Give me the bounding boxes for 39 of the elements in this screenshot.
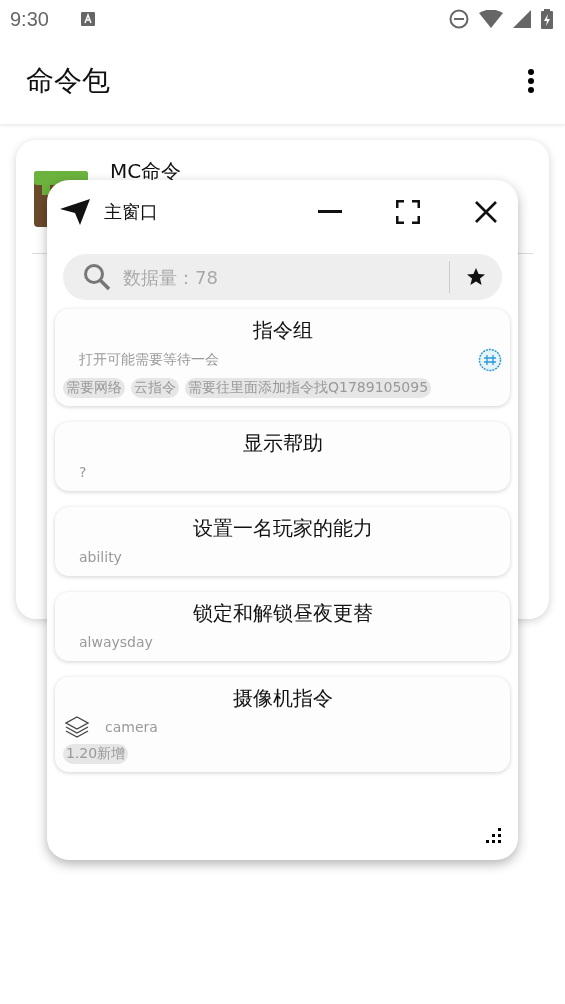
search-icon (83, 263, 111, 291)
layers-icon (65, 716, 89, 738)
search-field[interactable]: 数据量：78 (121, 265, 449, 289)
command-subtitle: 打开可能需要等待一会 (79, 351, 219, 369)
command-title: 设置一名玩家的能力 (192, 515, 373, 542)
wifi-icon (479, 10, 503, 28)
app-name: MC命令 (110, 158, 182, 185)
window-title: 主窗口 (104, 200, 158, 224)
command-title: 显示帮助 (242, 430, 323, 457)
status-time: 9:30 (10, 7, 49, 31)
tag: 云指令 (131, 378, 179, 398)
tag: 需要网络 (63, 378, 125, 398)
command-subtitle: ? (79, 464, 87, 480)
close-icon[interactable] (474, 200, 498, 224)
keyboard-notification-icon (80, 12, 95, 26)
resize-handle-icon[interactable] (486, 828, 502, 844)
command-card[interactable]: 显示帮助 ? (55, 422, 510, 491)
tag: 需要往里面添加指令找Q1789105095 (185, 378, 432, 398)
command-card[interactable]: 锁定和解锁昼夜更替 alwaysday (55, 592, 510, 661)
command-title: 摄像机指令 (232, 685, 333, 712)
command-title: 锁定和解锁昼夜更替 (192, 600, 373, 627)
app-title: 命令包 (26, 63, 110, 99)
fullscreen-icon[interactable] (396, 200, 420, 224)
command-subtitle: ability (79, 549, 122, 565)
more-menu-icon[interactable] (527, 68, 535, 94)
search-bar[interactable]: 数据量：78 (63, 254, 502, 300)
stamp-icon (478, 348, 502, 372)
command-subtitle: alwaysday (79, 634, 153, 650)
star-icon[interactable] (466, 267, 486, 287)
paper-plane-icon (60, 199, 90, 225)
command-card[interactable]: 设置一名玩家的能力 ability (55, 507, 510, 576)
tag: 1.20新增 (63, 744, 129, 764)
do-not-disturb-icon (449, 9, 469, 29)
signal-icon (513, 10, 531, 28)
command-card[interactable]: 摄像机指令 camera 1.20新增 (55, 677, 510, 772)
command-card[interactable]: 指令组 打开可能需要等待一会 需要网络 云指令 需要往里面添加指令找Q1789105095 (55, 309, 510, 406)
command-subtitle: camera (105, 719, 158, 735)
battery-icon (541, 9, 553, 29)
command-title: 指令组 (252, 317, 313, 344)
